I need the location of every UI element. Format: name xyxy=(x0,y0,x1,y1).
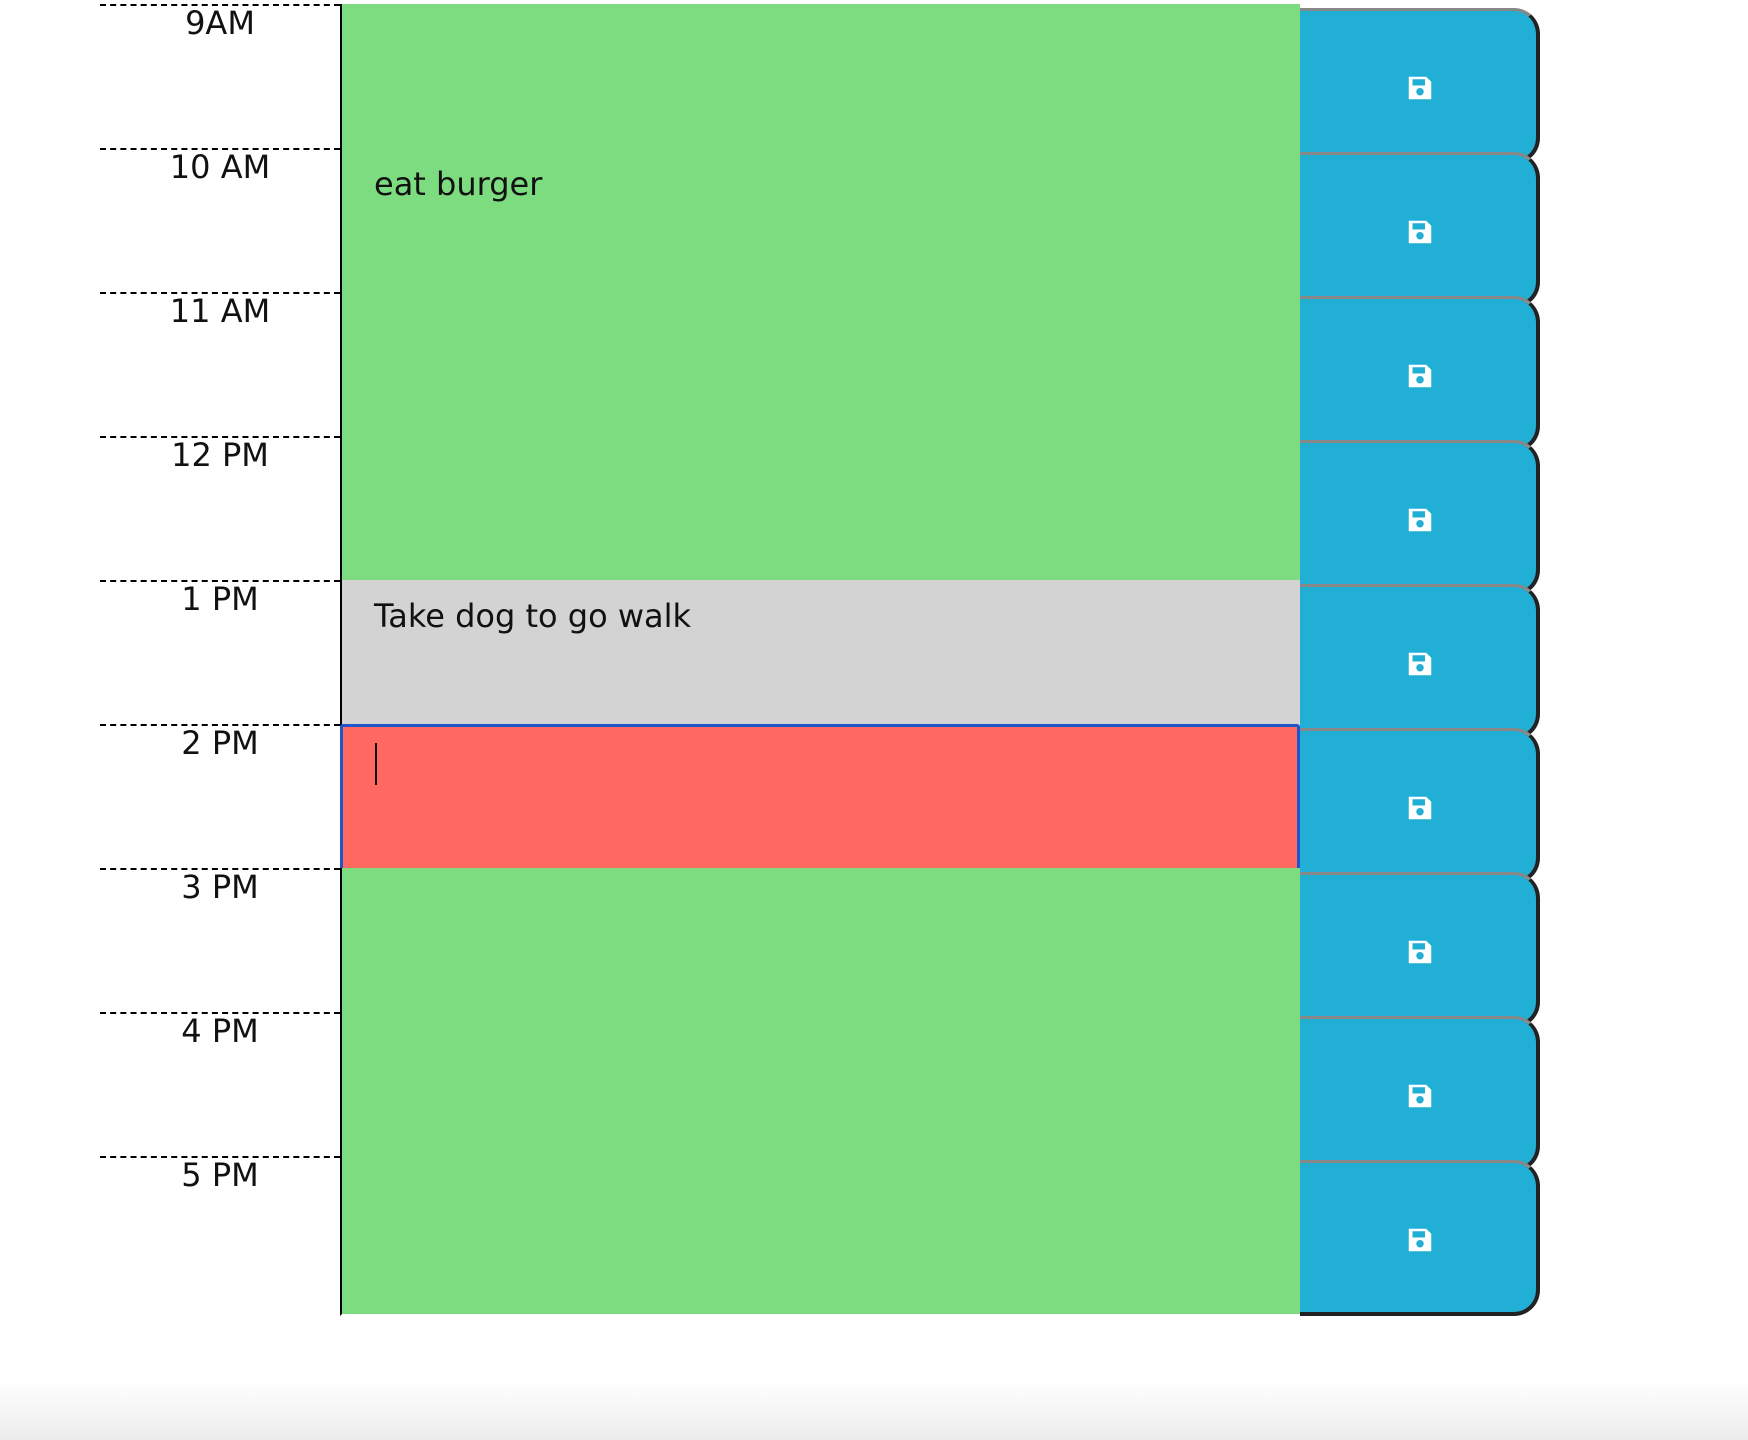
hour-label-cell: 11 AM xyxy=(100,292,340,452)
time-block-1pm: 1 PM Take dog to go walk xyxy=(0,580,1748,740)
floppy-disk-icon xyxy=(1408,940,1432,964)
floppy-disk-icon xyxy=(1408,508,1432,532)
bottom-fade xyxy=(0,1380,1748,1440)
time-block-12pm: 12 PM xyxy=(0,436,1748,596)
text-caret xyxy=(375,743,377,785)
hour-label: 2 PM xyxy=(181,724,259,762)
floppy-disk-icon xyxy=(1408,220,1432,244)
hour-label-cell: 12 PM xyxy=(100,436,340,596)
hour-label-cell: 4 PM xyxy=(100,1012,340,1172)
day-scheduler: 9AM 10 AM eat burger 11 AM 12 PM 1 PM Ta… xyxy=(0,0,1748,1440)
floppy-disk-icon xyxy=(1408,1228,1432,1252)
description-textarea[interactable] xyxy=(340,1012,1300,1172)
hour-label-cell: 5 PM xyxy=(100,1156,340,1316)
save-button[interactable] xyxy=(1300,584,1540,740)
save-button[interactable] xyxy=(1300,440,1540,596)
floppy-disk-icon xyxy=(1408,652,1432,676)
hour-label: 9AM xyxy=(185,4,255,42)
time-block-2pm: 2 PM xyxy=(0,724,1748,884)
hour-label-cell: 1 PM xyxy=(100,580,340,740)
description-textarea[interactable]: Take dog to go walk xyxy=(340,580,1300,740)
save-button[interactable] xyxy=(1300,8,1540,164)
hour-label: 1 PM xyxy=(181,580,259,618)
time-block-3pm: 3 PM xyxy=(0,868,1748,1028)
hour-label-cell: 10 AM xyxy=(100,148,340,308)
floppy-disk-icon xyxy=(1408,1084,1432,1108)
time-block-10am: 10 AM eat burger xyxy=(0,148,1748,308)
save-button[interactable] xyxy=(1300,296,1540,452)
time-block-4pm: 4 PM xyxy=(0,1012,1748,1172)
save-button[interactable] xyxy=(1300,1016,1540,1172)
hour-label: 5 PM xyxy=(181,1156,259,1194)
time-block-5pm: 5 PM xyxy=(0,1156,1748,1316)
description-textarea[interactable] xyxy=(340,436,1300,596)
description-textarea[interactable]: eat burger xyxy=(340,148,1300,308)
description-textarea[interactable] xyxy=(340,868,1300,1028)
hour-label-cell: 9AM xyxy=(100,4,340,164)
time-block-9am: 9AM xyxy=(0,4,1748,164)
floppy-disk-icon xyxy=(1408,796,1432,820)
description-textarea[interactable] xyxy=(340,1156,1300,1316)
save-button[interactable] xyxy=(1300,1160,1540,1316)
hour-label: 11 AM xyxy=(169,292,271,330)
save-button[interactable] xyxy=(1300,728,1540,884)
floppy-disk-icon xyxy=(1408,364,1432,388)
save-button[interactable] xyxy=(1300,872,1540,1028)
hour-label: 12 PM xyxy=(171,436,269,474)
hour-label: 4 PM xyxy=(181,1012,259,1050)
description-textarea[interactable] xyxy=(340,724,1300,884)
description-text: eat burger xyxy=(374,165,543,203)
description-text: Take dog to go walk xyxy=(374,597,692,635)
hour-label-cell: 3 PM xyxy=(100,868,340,1028)
floppy-disk-icon xyxy=(1408,76,1432,100)
save-button[interactable] xyxy=(1300,152,1540,308)
hour-label-cell: 2 PM xyxy=(100,724,340,884)
description-textarea[interactable] xyxy=(340,4,1300,164)
hour-label: 3 PM xyxy=(181,868,259,906)
hour-label: 10 AM xyxy=(169,148,271,186)
description-textarea[interactable] xyxy=(340,292,1300,452)
time-block-11am: 11 AM xyxy=(0,292,1748,452)
